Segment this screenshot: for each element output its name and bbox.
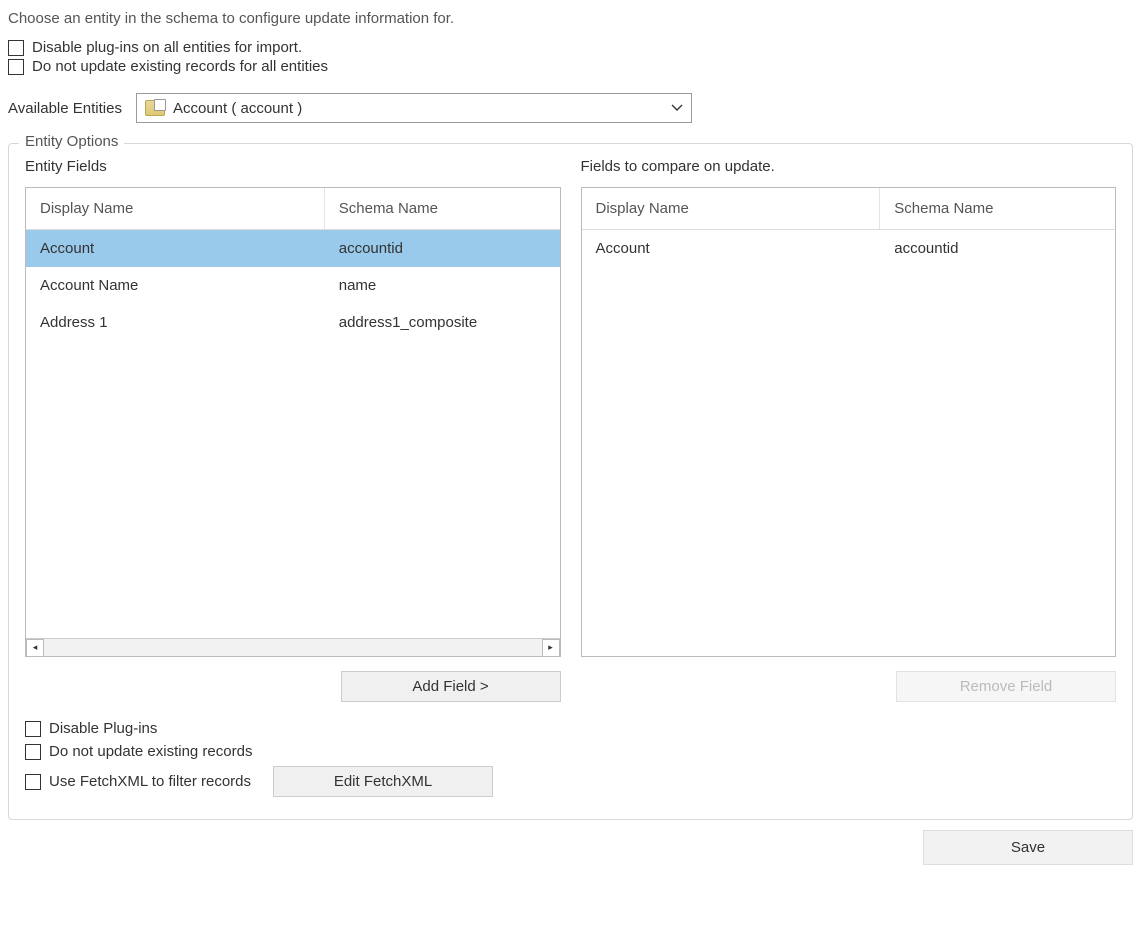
cell-schema-name: accountid xyxy=(325,230,560,267)
table-row[interactable]: Accountaccountid xyxy=(582,230,1116,267)
cell-schema-name: name xyxy=(325,267,560,304)
remove-field-button: Remove Field xyxy=(896,671,1116,702)
table-row[interactable]: Address 1address1_composite xyxy=(26,304,560,341)
instruction-text: Choose an entity in the schema to config… xyxy=(8,10,1133,27)
use-fetchxml-label: Use FetchXML to filter records xyxy=(49,773,251,790)
chevron-down-icon[interactable] xyxy=(663,101,691,115)
edit-fetchxml-button[interactable]: Edit FetchXML xyxy=(273,766,493,797)
checkbox-icon[interactable] xyxy=(25,721,41,737)
use-fetchxml-row[interactable]: Use FetchXML to filter records Edit Fetc… xyxy=(25,766,1116,797)
cell-schema-name: accountid xyxy=(880,230,1115,267)
grid-header: Display Name Schema Name xyxy=(26,188,560,230)
horizontal-scrollbar[interactable]: ◂ ▸ xyxy=(26,638,560,656)
checkbox-icon[interactable] xyxy=(8,40,24,56)
cell-display-name: Account xyxy=(26,230,325,267)
save-button[interactable]: Save xyxy=(923,830,1133,865)
col-schema-name[interactable]: Schema Name xyxy=(880,188,1115,229)
disable-plugins-all-row[interactable]: Disable plug-ins on all entities for imp… xyxy=(8,39,1133,56)
no-update-row[interactable]: Do not update existing records xyxy=(25,743,1116,760)
cell-display-name: Address 1 xyxy=(26,304,325,341)
disable-plugins-row[interactable]: Disable Plug-ins xyxy=(25,720,1116,737)
compare-fields-title: Fields to compare on update. xyxy=(581,158,1117,175)
disable-plugins-label: Disable Plug-ins xyxy=(49,720,157,737)
entity-fields-panel: Entity Fields Display Name Schema Name A… xyxy=(25,158,561,702)
compare-fields-grid[interactable]: Display Name Schema Name Accountaccounti… xyxy=(581,187,1117,657)
entity-fields-grid[interactable]: Display Name Schema Name Accountaccounti… xyxy=(25,187,561,657)
scroll-right-icon[interactable]: ▸ xyxy=(542,639,560,657)
no-update-label: Do not update existing records xyxy=(49,743,252,760)
col-schema-name[interactable]: Schema Name xyxy=(325,188,560,229)
add-field-button[interactable]: Add Field > xyxy=(341,671,561,702)
cell-schema-name: address1_composite xyxy=(325,304,560,341)
col-display-name[interactable]: Display Name xyxy=(582,188,881,229)
entity-options-fieldset: Entity Options Entity Fields Display Nam… xyxy=(8,143,1133,820)
col-display-name[interactable]: Display Name xyxy=(26,188,325,229)
cell-display-name: Account xyxy=(582,230,881,267)
entity-fields-title: Entity Fields xyxy=(25,158,561,175)
no-update-all-row[interactable]: Do not update existing records for all e… xyxy=(8,58,1133,75)
compare-fields-panel: Fields to compare on update. Display Nam… xyxy=(581,158,1117,702)
grid-header: Display Name Schema Name xyxy=(582,188,1116,230)
checkbox-icon[interactable] xyxy=(8,59,24,75)
available-entities-label: Available Entities xyxy=(8,100,122,117)
entity-options-legend: Entity Options xyxy=(19,133,124,150)
entity-options-checks: Disable Plug-ins Do not update existing … xyxy=(25,720,1116,797)
table-row[interactable]: Accountaccountid xyxy=(26,230,560,267)
available-entities-combo[interactable]: Account ( account ) xyxy=(136,93,692,123)
checkbox-icon[interactable] xyxy=(25,744,41,760)
checkbox-icon[interactable] xyxy=(25,774,41,790)
table-row[interactable]: Account Namename xyxy=(26,267,560,304)
available-entities-selected: Account ( account ) xyxy=(173,100,663,117)
entity-folder-icon xyxy=(145,100,165,116)
cell-display-name: Account Name xyxy=(26,267,325,304)
no-update-all-label: Do not update existing records for all e… xyxy=(32,58,328,75)
scroll-left-icon[interactable]: ◂ xyxy=(26,639,44,657)
disable-plugins-all-label: Disable plug-ins on all entities for imp… xyxy=(32,39,302,56)
